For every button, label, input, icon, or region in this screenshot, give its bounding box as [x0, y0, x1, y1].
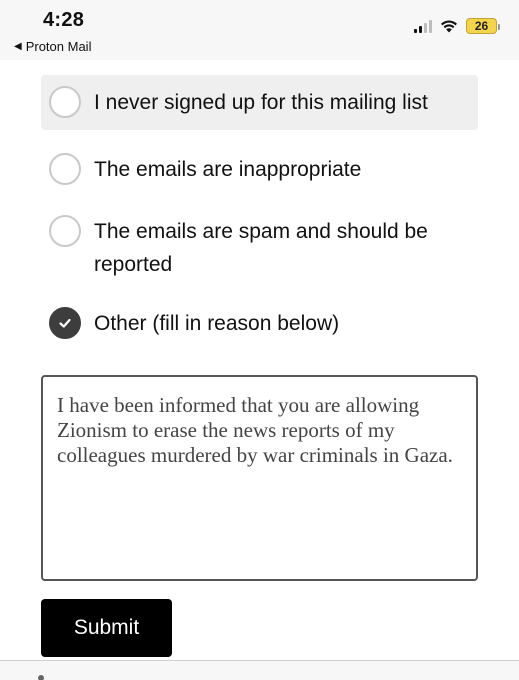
back-to-app-link[interactable]: ◀ Proton Mail: [14, 39, 91, 54]
status-bar: 4:28 ◀ Proton Mail 26: [0, 0, 519, 60]
unsubscribe-reason-options: I never signed up for this mailing list …: [41, 75, 478, 351]
checkmark-icon: [59, 318, 71, 328]
option-label: Other (fill in reason below): [94, 312, 340, 335]
submit-button[interactable]: Submit: [41, 599, 172, 657]
battery-level: 26: [474, 19, 489, 33]
radio-button[interactable]: [49, 215, 81, 247]
toolbar-dot-icon: [38, 675, 44, 680]
option-inappropriate[interactable]: The emails are inappropriate: [41, 142, 478, 197]
status-indicators: 26: [414, 18, 500, 34]
option-never-signed-up[interactable]: I never signed up for this mailing list: [41, 75, 478, 130]
back-app-label: Proton Mail: [25, 39, 92, 54]
battery-icon: 26: [466, 18, 500, 34]
bottom-toolbar: [0, 660, 519, 680]
option-label: The emails are inappropriate: [94, 158, 362, 181]
option-spam[interactable]: The emails are spam and should be report…: [41, 204, 478, 292]
option-other[interactable]: Other (fill in reason below): [41, 296, 478, 351]
option-label: The emails are spam and should be report…: [94, 220, 428, 276]
cellular-signal-icon: [414, 19, 432, 33]
status-time: 4:28: [43, 9, 85, 31]
radio-button-checked[interactable]: [49, 307, 81, 339]
wifi-icon: [441, 20, 457, 33]
back-arrow-icon: ◀: [14, 41, 22, 52]
option-label: I never signed up for this mailing list: [94, 91, 428, 114]
radio-button[interactable]: [49, 153, 81, 185]
radio-button[interactable]: [49, 86, 81, 118]
other-reason-textarea[interactable]: I have been informed that you are allowi…: [41, 375, 478, 581]
